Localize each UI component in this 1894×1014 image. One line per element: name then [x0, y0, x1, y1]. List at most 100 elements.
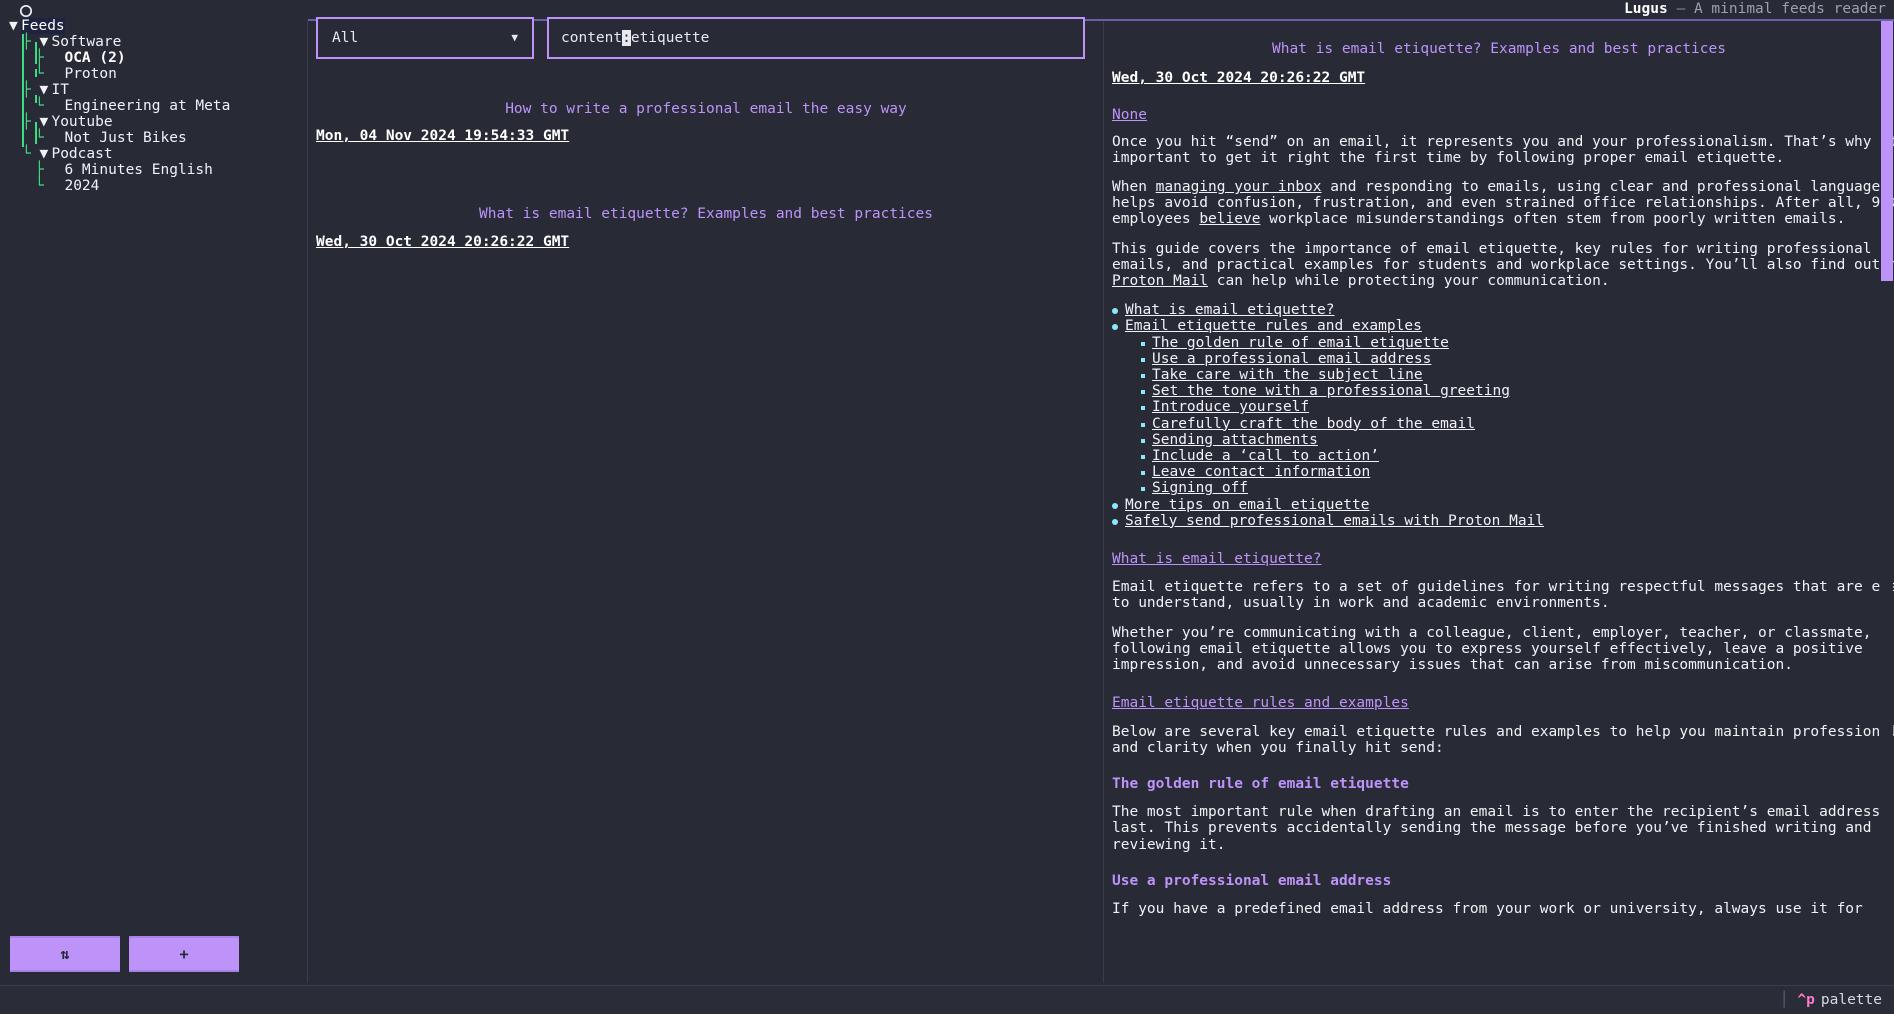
toc-subitem[interactable]: Introduce yourself: [1140, 399, 1752, 415]
sub-bullet-point-icon: [1141, 422, 1145, 427]
sidebar-item-2024[interactable]: └ 2024: [0, 178, 300, 194]
reader-scrollbar-thumb[interactable]: [1881, 21, 1893, 281]
toc-subitem[interactable]: Carefully craft the body of the email: [1140, 416, 1752, 432]
chevron-down-icon[interactable]: ▼: [39, 146, 51, 162]
sidebar-item-youtube[interactable]: ├ ▼ Youtube: [0, 114, 300, 130]
toc-sublink[interactable]: Signing off: [1152, 480, 1248, 496]
sidebar-item-feeds[interactable]: ▼ Feeds: [0, 18, 300, 34]
palette-shortcut-label[interactable]: palette: [1821, 992, 1882, 1008]
article-title[interactable]: How to write a professional email the ea…: [308, 101, 1104, 117]
s3p1-line3: reviewing it.: [1112, 836, 1226, 853]
app-logo-icon: [18, 3, 38, 19]
refresh-feeds-button[interactable]: ⇅: [10, 936, 120, 972]
sidebar-item-proton[interactable]: └ Proton: [0, 66, 300, 82]
toc-subitem[interactable]: Take care with the subject line: [1140, 367, 1752, 383]
toc-sublink[interactable]: Introduce yourself: [1152, 399, 1309, 415]
sidebar-item-6-minutes-english[interactable]: ├ 6 Minutes English: [0, 162, 300, 178]
app-name: Lugus: [1624, 1, 1668, 17]
toc-sublink[interactable]: The golden rule of email etiquette: [1152, 335, 1449, 351]
para3-line2: emails, and practical examples for stude…: [1112, 256, 1894, 273]
sub-bullet-point-icon: [1141, 471, 1145, 476]
para2-line3-pre: employees: [1112, 211, 1200, 228]
reader-article-body: None Once you hit “send” on an email, it…: [1112, 107, 1894, 917]
toc-subitem[interactable]: The golden rule of email etiquette: [1140, 335, 1752, 351]
chevron-down-icon[interactable]: ▼: [39, 34, 51, 50]
sub-bullet-point-icon: [1141, 390, 1145, 395]
palette-shortcut-key: ^p: [1797, 991, 1815, 1008]
tree-guide-line: [35, 42, 37, 64]
toc-sublink[interactable]: Include a ‘call to action’: [1152, 448, 1379, 464]
toc-sublink[interactable]: Set the tone with a professional greetin…: [1152, 383, 1510, 399]
status-separator: │: [1779, 991, 1789, 1008]
chevron-down-icon[interactable]: ▼: [39, 114, 51, 130]
para3-line3-post: can help while protecting your communica…: [1208, 273, 1610, 290]
toc-sublink[interactable]: Leave contact information: [1152, 464, 1370, 480]
app-tagline: A minimal feeds reader: [1693, 1, 1886, 17]
toc-subitem[interactable]: Signing off: [1140, 480, 1752, 496]
managing-your-inbox-link[interactable]: managing your inbox: [1156, 179, 1322, 195]
toc-subitem[interactable]: Set the tone with a professional greetin…: [1140, 383, 1752, 399]
reader-heading-what-is-email-etiquette[interactable]: What is email etiquette?: [1112, 551, 1752, 567]
sidebar-item-engineering-at-meta[interactable]: └ Engineering at Meta: [0, 98, 300, 114]
toc-link[interactable]: More tips on email etiquette: [1125, 497, 1369, 513]
toc-sublink[interactable]: Carefully craft the body of the email: [1152, 416, 1475, 432]
sidebar-item-software[interactable]: ├ ▼ Software: [0, 34, 300, 50]
tree-guide-line: [35, 95, 37, 103]
s1p1-line2: to understand, usually in work and acade…: [1112, 595, 1610, 612]
para2-line1-pre: When: [1112, 179, 1156, 196]
sidebar-item-podcast[interactable]: └ ▼ Podcast: [0, 146, 300, 162]
sidebar-item-oca-2[interactable]: ├ OCA (2): [0, 50, 300, 66]
sub-bullet-point-icon: [1141, 438, 1145, 443]
believe-link[interactable]: believe: [1199, 211, 1260, 227]
s2p1-line2: and clarity when you finally hit send:: [1112, 739, 1444, 756]
para1-line2: important to get it right the first time…: [1112, 149, 1785, 166]
sidebar-item-it[interactable]: ├ ▼ IT: [0, 82, 300, 98]
s4p1-line1: If you have a predefined email address f…: [1112, 900, 1863, 917]
reader-heading-email-etiquette-rules[interactable]: Email etiquette rules and examples: [1112, 695, 1752, 711]
tree-guide-glyph: ├: [35, 162, 53, 178]
toc-subitem[interactable]: Include a ‘call to action’: [1140, 448, 1752, 464]
section2-paragraph-1: Below are several key email etiquette ru…: [1112, 724, 1894, 756]
sidebar-action-buttons: ⇅ +: [10, 936, 239, 972]
tree-guide-glyph: ├: [35, 50, 53, 66]
section1-paragraph-2: Whether you’re communicating with a coll…: [1112, 625, 1872, 674]
table-of-contents[interactable]: What is email etiquette? Email etiquette …: [1112, 302, 1752, 529]
reader-subheading-golden-rule: The golden rule of email etiquette: [1112, 775, 1409, 792]
toc-item[interactable]: Safely send professional emails with Pro…: [1112, 513, 1752, 529]
add-feed-button[interactable]: +: [129, 936, 239, 972]
toc-link[interactable]: Safely send professional emails with Pro…: [1125, 513, 1544, 529]
sidebar-item-not-just-bikes[interactable]: └ Not Just Bikes: [0, 130, 300, 146]
sidebar: ▼ Feeds ├ ▼ Software ├ OCA (2) └ Proton ├ ▼ IT └…: [0, 0, 308, 1014]
chevron-down-icon[interactable]: ▼: [39, 82, 51, 98]
para1-line1: Once you hit “send” on an email, it repr…: [1112, 133, 1894, 150]
chevron-down-icon[interactable]: ▼: [9, 18, 21, 34]
toc-subitem[interactable]: Leave contact information: [1140, 464, 1752, 480]
sidebar-item-label: IT: [51, 82, 69, 98]
toc-sublink[interactable]: Sending attachments: [1152, 432, 1318, 448]
toc-link[interactable]: Email etiquette rules and examples: [1125, 318, 1422, 334]
toc-item[interactable]: More tips on email etiquette: [1112, 497, 1752, 513]
toc-sublink[interactable]: Use a professional email address: [1152, 351, 1431, 367]
toc-item[interactable]: Email etiquette rules and examples The go…: [1112, 318, 1752, 496]
reader-author-link[interactable]: None: [1112, 107, 1147, 123]
sidebar-item-label: Not Just Bikes: [64, 130, 187, 146]
list-item[interactable]: How to write a professional email the ea…: [308, 101, 1104, 144]
feed-tree[interactable]: ▼ Feeds ├ ▼ Software ├ OCA (2) └ Proton ├ ▼ IT └…: [0, 18, 300, 194]
article-title[interactable]: What is email etiquette? Examples and be…: [308, 206, 1104, 222]
toc-item[interactable]: What is email etiquette?: [1112, 302, 1752, 318]
tree-guide-glyph: └: [22, 146, 40, 162]
toc-link[interactable]: What is email etiquette?: [1125, 302, 1335, 318]
toc-subitem[interactable]: Use a professional email address: [1140, 351, 1752, 367]
s1p1-line1: Email etiquette refers to a set of guide…: [1112, 579, 1894, 596]
article-list-pane: How to write a professional email the ea…: [308, 21, 1104, 983]
s3p1-line2: last. This prevents accidentally sending…: [1112, 820, 1872, 837]
proton-mail-link[interactable]: Proton Mail: [1112, 273, 1208, 289]
toc-subitem[interactable]: Sending attachments: [1140, 432, 1752, 448]
reader-scrollbar[interactable]: [1881, 21, 1893, 983]
list-item[interactable]: What is email etiquette? Examples and be…: [308, 206, 1104, 249]
article-list[interactable]: How to write a professional email the ea…: [308, 101, 1104, 250]
toc-sublink[interactable]: Take care with the subject line: [1152, 367, 1423, 383]
reader-article-title: What is email etiquette? Examples and be…: [1272, 41, 1726, 57]
title-dash: —: [1676, 1, 1686, 17]
